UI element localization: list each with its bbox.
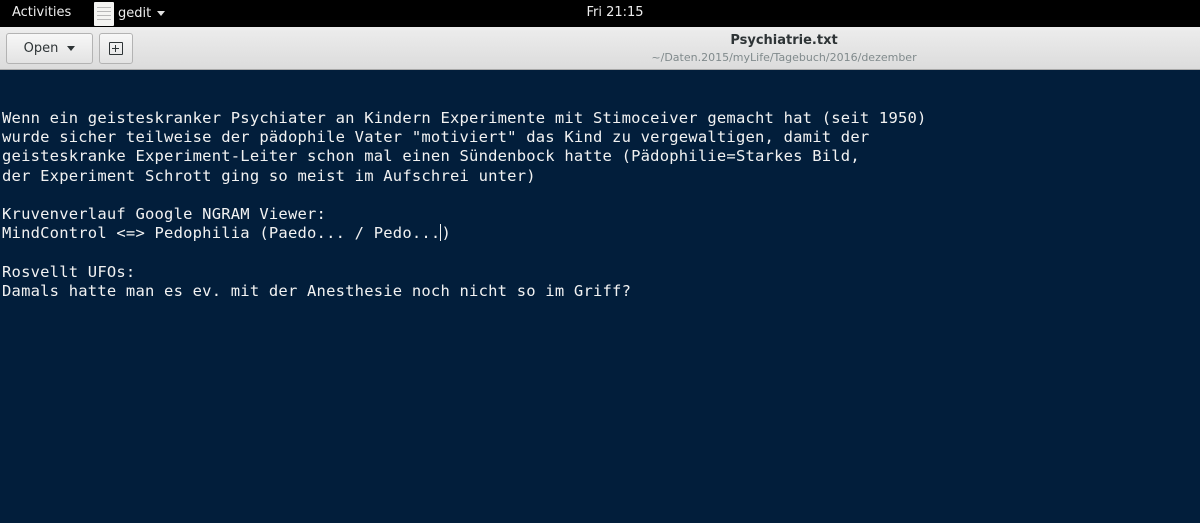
- document-path: ~/Daten.2015/myLife/Tagebuch/2016/dezemb…: [651, 51, 917, 64]
- text-line: Rosvellt UFOs:: [2, 262, 136, 281]
- text-before-cursor: MindControl <=> Pedophilia (Paedo... / P…: [2, 224, 441, 243]
- open-button-label: Open: [23, 41, 59, 56]
- header-bar: Open Psychiatrie.txt ~/Daten.2015/myLife…: [0, 27, 1200, 70]
- text-line: geisteskranke Experiment-Leiter schon ma…: [2, 147, 860, 166]
- text-line: Wenn ein geisteskranker Psychiater an Ki…: [2, 109, 927, 127]
- text-after-cursor: ): [441, 224, 452, 243]
- text-line: Kruvenverlauf Google NGRAM Viewer:: [2, 204, 327, 223]
- text-line: [2, 186, 1200, 205]
- open-button[interactable]: Open: [6, 33, 93, 64]
- document-title: Psychiatrie.txt: [730, 33, 838, 48]
- new-tab-icon: [109, 42, 123, 55]
- dropdown-arrow-icon: [67, 46, 76, 51]
- text-line: wurde sicher teilweise der pädophile Vat…: [2, 128, 870, 147]
- text-editor[interactable]: Wenn ein geisteskranker Psychiater an Ki…: [0, 71, 1200, 523]
- text-line: MindControl <=> Pedophilia (Paedo... / P…: [2, 224, 1200, 243]
- top-bar: Activities gedit Fri 21:15: [0, 0, 1200, 27]
- clock[interactable]: Fri 21:15: [0, 5, 1200, 20]
- text-line: der Experiment Schrott ging so meist im …: [2, 166, 536, 185]
- text-line: Damals hatte man es ev. mit der Anesthes…: [2, 281, 632, 300]
- text-line: [2, 243, 1200, 262]
- new-tab-button[interactable]: [99, 33, 133, 64]
